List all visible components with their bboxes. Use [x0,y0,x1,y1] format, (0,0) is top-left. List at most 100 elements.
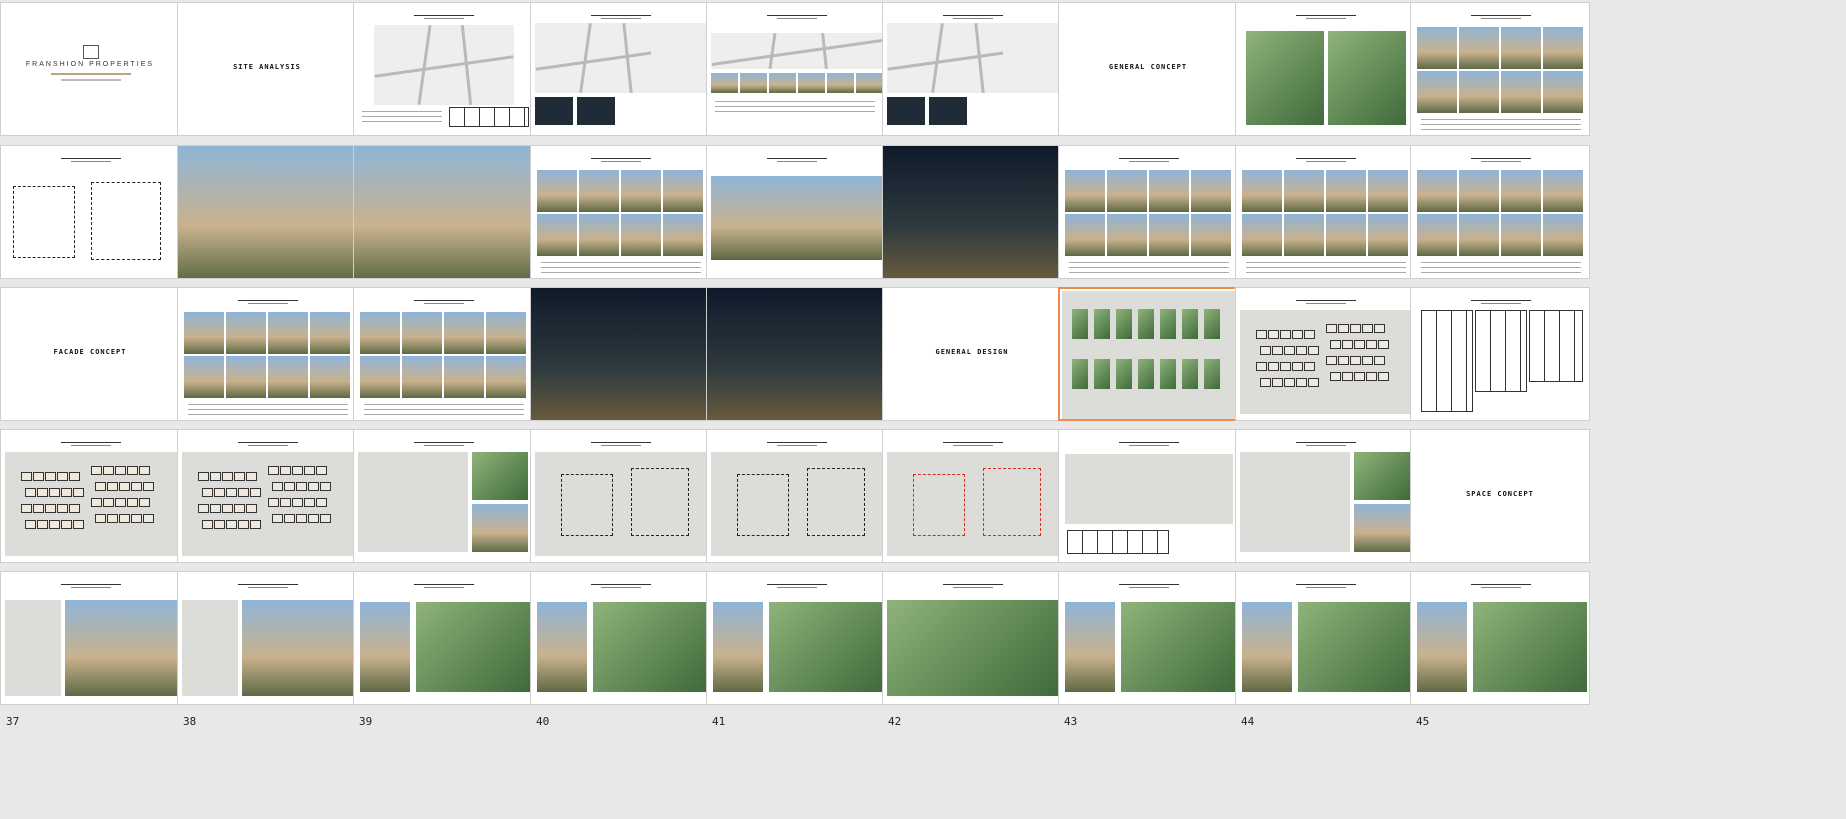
slide-thumbnail[interactable]: 44 [1235,571,1415,731]
slide-thumbnail[interactable]: 39 [353,571,533,731]
slide-thumbnail[interactable]: 12 [353,145,533,305]
slide-thumbnail[interactable]: 22 [530,287,710,447]
slide-thumbnail[interactable]: 10 [0,145,180,305]
slide-preview[interactable] [177,571,357,705]
slide-thumbnail[interactable]: SITE ANALYSIS2 [177,2,357,162]
caption-text [1246,267,1406,268]
slide-thumbnail[interactable]: 31 [530,429,710,589]
slide-thumbnail[interactable]: 42 [882,571,1062,731]
slide-thumbnail[interactable]: 17 [1235,145,1415,305]
slide-preview[interactable] [706,571,886,705]
slide-preview[interactable] [1235,2,1415,136]
slide-preview[interactable] [1410,2,1590,136]
slide-preview[interactable] [530,2,710,136]
building-footprint [1284,378,1295,387]
slide-preview[interactable]: FRANSHION PROPERTIES [0,2,180,136]
building-footprint [49,520,60,529]
slide-thumbnail[interactable]: 33 [882,429,1062,589]
slide-thumbnail[interactable]: 29 [177,429,357,589]
slide-preview[interactable] [882,145,1062,279]
slide-preview[interactable] [1235,571,1415,705]
slide-preview[interactable] [353,287,533,421]
slide-preview[interactable] [1058,145,1238,279]
slide-subheader-rule [424,445,464,446]
slide-thumbnail[interactable]: FACADE CONCEPT19 [0,287,180,447]
slide-thumbnail[interactable]: 34 [1058,429,1238,589]
slide-preview[interactable]: SPACE CONCEPT [1410,429,1590,563]
building-footprint [222,504,233,513]
slide-preview[interactable] [353,571,533,705]
slide-thumbnail[interactable]: 5 [706,2,886,162]
landscape-plan [769,602,883,692]
slide-thumbnail[interactable]: FRANSHION PROPERTIES1 [0,2,180,162]
slide-thumbnail[interactable]: 6 [882,2,1062,162]
slide-preview[interactable] [177,287,357,421]
slide-preview[interactable] [1235,145,1415,279]
slide-thumbnail[interactable]: 23 [706,287,886,447]
slide-thumbnail[interactable]: SPACE CONCEPT36 [1410,429,1590,589]
slide-preview[interactable] [1058,287,1238,421]
slide-thumbnail[interactable]: 35 [1235,429,1415,589]
slide-thumbnail[interactable]: GENERAL DESIGN24 [882,287,1062,447]
slide-thumbnail[interactable]: 25 [1058,287,1238,447]
slide-thumbnail[interactable]: 37 [0,571,180,731]
slide-preview[interactable] [353,429,533,563]
slide-preview[interactable] [0,145,180,279]
slide-preview[interactable] [1410,287,1590,421]
slide-thumbnail[interactable]: 28 [0,429,180,589]
slide-preview[interactable] [353,2,533,136]
slide-preview[interactable] [177,145,357,279]
slide-thumbnail[interactable]: GENERAL CONCEPT7 [1058,2,1238,162]
slide-thumbnail[interactable]: 18 [1410,145,1590,305]
building-footprint [1362,356,1373,365]
slide-thumbnail[interactable]: 15 [882,145,1062,305]
slide-preview[interactable] [706,287,886,421]
slide-preview[interactable] [1410,571,1590,705]
slide-preview[interactable]: SITE ANALYSIS [177,2,357,136]
slide-preview[interactable] [0,571,180,705]
slide-preview[interactable] [1058,429,1238,563]
slide-preview[interactable] [1058,571,1238,705]
slide-preview[interactable] [530,571,710,705]
slide-preview[interactable] [706,429,886,563]
slide-thumbnail[interactable]: 32 [706,429,886,589]
slide-preview[interactable]: FACADE CONCEPT [0,287,180,421]
slide-thumbnail[interactable]: 16 [1058,145,1238,305]
slide-thumbnail[interactable]: 26 [1235,287,1415,447]
slide-preview[interactable] [882,2,1062,136]
slide-preview[interactable] [1410,145,1590,279]
slide-thumbnail[interactable]: 8 [1235,2,1415,162]
slide-preview[interactable] [0,429,180,563]
green-block [1204,309,1220,339]
building-footprint [320,514,331,523]
building-footprint [69,472,80,481]
slide-preview[interactable]: GENERAL CONCEPT [1058,2,1238,136]
slide-preview[interactable] [177,429,357,563]
slide-preview[interactable] [1235,429,1415,563]
slide-preview[interactable] [706,2,886,136]
slide-preview[interactable] [530,287,710,421]
slide-thumbnail[interactable]: 11 [177,145,357,305]
slide-thumbnail[interactable]: 27 [1410,287,1590,447]
slide-thumbnail[interactable]: 41 [706,571,886,731]
slide-thumbnail[interactable]: 40 [530,571,710,731]
slide-preview[interactable] [882,429,1062,563]
slide-thumbnail[interactable]: 21 [353,287,533,447]
slide-preview[interactable] [530,145,710,279]
slide-thumbnail[interactable]: 45 [1410,571,1590,731]
slide-thumbnail[interactable]: 38 [177,571,357,731]
slide-thumbnail[interactable]: 13 [530,145,710,305]
slide-preview[interactable] [1235,287,1415,421]
slide-thumbnail[interactable]: 4 [530,2,710,162]
slide-preview[interactable] [706,145,886,279]
slide-thumbnail[interactable]: 14 [706,145,886,305]
slide-preview[interactable] [530,429,710,563]
slide-thumbnail[interactable]: 20 [177,287,357,447]
slide-thumbnail[interactable]: 9 [1410,2,1590,162]
slide-preview[interactable]: GENERAL DESIGN [882,287,1062,421]
slide-thumbnail[interactable]: 30 [353,429,533,589]
slide-thumbnail[interactable]: 3 [353,2,533,162]
slide-preview[interactable] [882,571,1062,705]
slide-preview[interactable] [353,145,533,279]
slide-thumbnail[interactable]: 43 [1058,571,1238,731]
